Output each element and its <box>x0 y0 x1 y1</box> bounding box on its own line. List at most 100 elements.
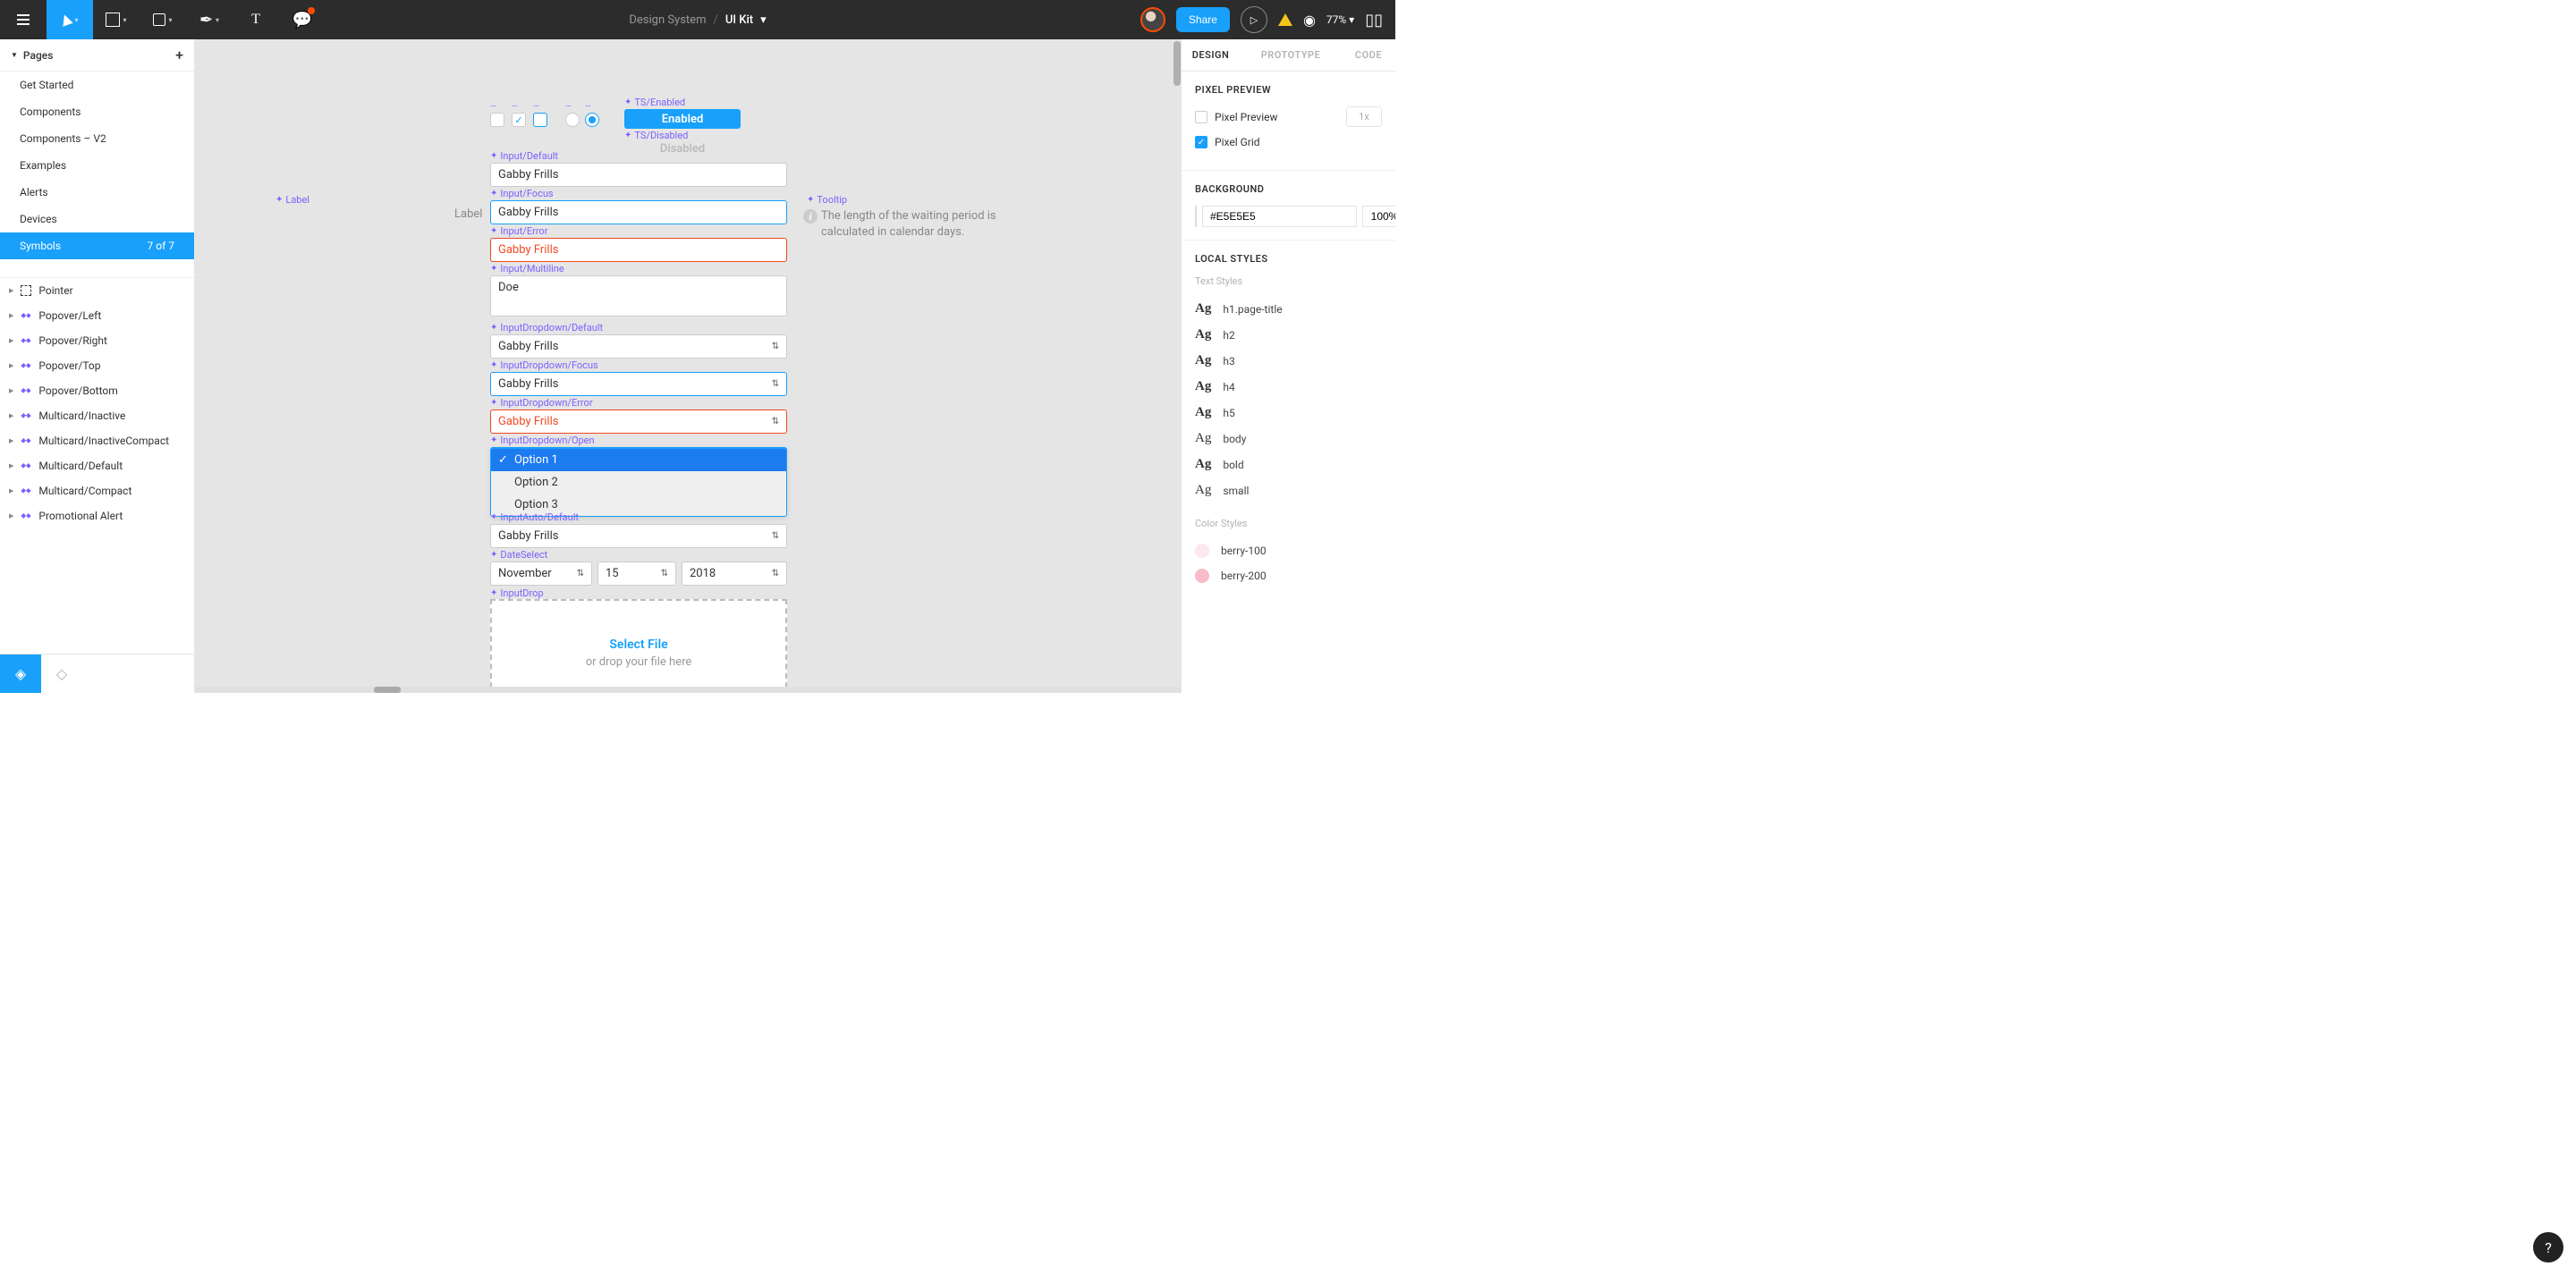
frame-label[interactable]: Input/Error <box>490 225 547 237</box>
chevron-down-icon[interactable]: ▾ <box>760 13 767 27</box>
assets-tab[interactable]: ◇ <box>41 654 82 693</box>
move-tool[interactable]: ▾ <box>47 0 93 39</box>
canvas[interactable]: Label Label ✓ TS/Enabled Enabled TS/Disa… <box>195 39 1181 693</box>
date-month[interactable]: November <box>490 562 592 586</box>
tab-code[interactable]: CODE <box>1342 39 1395 71</box>
text-style[interactable]: Agsmall <box>1195 477 1382 503</box>
frame-label[interactable] <box>585 99 591 109</box>
enabled-button[interactable]: Enabled <box>624 109 741 129</box>
frame-label[interactable]: Input/Default <box>490 150 558 162</box>
checkbox-outlined[interactable] <box>533 113 547 127</box>
view-icon[interactable]: ◉ <box>1303 12 1316 29</box>
file-drop[interactable]: Select File or drop your file here <box>490 599 787 693</box>
layer-item[interactable]: ▶Popover/Bottom <box>0 378 194 403</box>
dropdown-focus[interactable]: Gabby Frills <box>490 372 787 396</box>
frame-label[interactable] <box>565 99 572 109</box>
menu-button[interactable] <box>0 0 47 39</box>
frame-label[interactable]: TS/Disabled <box>624 130 688 141</box>
share-button[interactable]: Share <box>1176 7 1230 32</box>
text-style[interactable]: Agh3 <box>1195 348 1382 374</box>
text-style[interactable]: Agh5 <box>1195 400 1382 426</box>
input-error[interactable]: Gabby Frills <box>490 238 787 262</box>
frame-label[interactable]: InputAuto/Default <box>490 511 579 523</box>
layer-item[interactable]: ▶Popover/Top <box>0 353 194 378</box>
canvas-scrollbar[interactable] <box>1174 39 1181 693</box>
pages-header[interactable]: ▼ Pages + <box>0 39 194 72</box>
present-button[interactable]: ▷ <box>1241 6 1267 33</box>
bg-opacity-input[interactable] <box>1362 206 1395 227</box>
help-icon[interactable]: ▯▯ <box>1365 11 1383 30</box>
date-day[interactable]: 15 <box>597 562 676 586</box>
frame-tool[interactable]: ▾ <box>93 0 140 39</box>
text-style[interactable]: Agbold <box>1195 452 1382 477</box>
comment-tool[interactable]: 💬 <box>279 0 326 39</box>
page-item[interactable]: Examples <box>0 152 194 179</box>
file-breadcrumb[interactable]: Design System / UI Kit ▾ <box>629 13 766 27</box>
zoom-level[interactable]: 77% ▾ <box>1326 13 1354 26</box>
frame-label[interactable]: DateSelect <box>490 549 547 561</box>
frame-label[interactable]: Label <box>275 194 309 206</box>
pen-tool[interactable]: ✒▾ <box>186 0 233 39</box>
page-item[interactable]: Get Started <box>0 72 194 98</box>
text-style[interactable]: Agh1.page-title <box>1195 296 1382 322</box>
frame-label[interactable] <box>512 99 518 109</box>
canvas-h-scrollbar[interactable] <box>195 687 1181 693</box>
bg-swatch[interactable] <box>1195 206 1197 227</box>
shape-tool[interactable]: ▾ <box>140 0 186 39</box>
frame-label[interactable]: TS/Enabled <box>624 97 685 108</box>
dropdown-option[interactable]: Option 2 <box>491 471 786 494</box>
frame-label[interactable]: InputDrop <box>490 587 544 599</box>
color-style[interactable]: berry-200 <box>1195 563 1382 588</box>
text-style[interactable]: Agh2 <box>1195 322 1382 348</box>
frame-label[interactable]: Input/Multiline <box>490 263 564 274</box>
frame-label[interactable]: InputDropdown/Default <box>490 322 603 334</box>
layer-item[interactable]: ▶Multicard/Compact <box>0 478 194 503</box>
radio-checked[interactable] <box>585 113 599 127</box>
bg-color-input[interactable] <box>1202 206 1357 227</box>
dropdown-default[interactable]: Gabby Frills <box>490 334 787 359</box>
layer-item[interactable]: ▶Popover/Right <box>0 328 194 353</box>
frame-label[interactable]: InputDropdown/Open <box>490 435 595 446</box>
frame-label[interactable] <box>490 99 496 109</box>
text-tool[interactable]: T <box>233 0 279 39</box>
page-item[interactable]: Devices <box>0 206 194 232</box>
layer-item[interactable]: ▶Multicard/Default <box>0 453 194 478</box>
layer-item[interactable]: ▶Multicard/Inactive <box>0 403 194 428</box>
page-item[interactable]: Alerts <box>0 179 194 206</box>
page-item[interactable]: Components – V2 <box>0 125 194 152</box>
page-item[interactable]: Components <box>0 98 194 125</box>
dropdown-error[interactable]: Gabby Frills <box>490 410 787 434</box>
help-button[interactable]: ? <box>2533 1232 2563 1262</box>
checkbox-checked[interactable]: ✓ <box>512 113 526 127</box>
page-item-active[interactable]: Symbols7 of 7 <box>0 232 194 259</box>
frame-label[interactable]: Input/Focus <box>490 188 554 199</box>
tab-design[interactable]: DESIGN <box>1182 39 1240 71</box>
layer-item[interactable]: ▶Popover/Left <box>0 303 194 328</box>
radio-unchecked[interactable] <box>565 113 580 127</box>
text-style[interactable]: Agh4 <box>1195 374 1382 400</box>
pixel-preview-checkbox[interactable] <box>1195 111 1208 123</box>
tab-prototype[interactable]: PROTOTYPE <box>1240 39 1342 71</box>
layer-item[interactable]: ▶Pointer <box>0 278 194 303</box>
user-avatar[interactable] <box>1140 7 1165 32</box>
layer-item[interactable]: ▶Multicard/InactiveCompact <box>0 428 194 453</box>
input-focus[interactable]: Gabby Frills <box>490 200 787 224</box>
input-auto[interactable]: Gabby Frills <box>490 524 787 548</box>
checkbox-unchecked[interactable] <box>490 113 504 127</box>
frame-label[interactable]: InputDropdown/Error <box>490 397 593 409</box>
date-year[interactable]: 2018 <box>682 562 787 586</box>
input-multiline[interactable]: Doe <box>490 275 787 317</box>
pixel-grid-checkbox[interactable]: ✓ <box>1195 136 1208 148</box>
pixel-preview-scale[interactable]: 1x <box>1346 106 1382 127</box>
frame-label[interactable]: InputDropdown/Focus <box>490 359 598 371</box>
frame-label[interactable]: Tooltip <box>807 194 847 206</box>
color-style[interactable]: berry-100 <box>1195 538 1382 563</box>
layer-item[interactable]: ▶Promotional Alert <box>0 503 194 528</box>
select-file-link[interactable]: Select File <box>609 638 667 652</box>
text-style[interactable]: Agbody <box>1195 426 1382 452</box>
warning-icon[interactable] <box>1278 13 1292 26</box>
frame-label[interactable] <box>533 99 539 109</box>
dropdown-open[interactable]: Option 1 Option 2 Option 3 <box>490 447 787 517</box>
input-default[interactable]: Gabby Frills <box>490 163 787 187</box>
add-page-button[interactable]: + <box>175 46 183 63</box>
